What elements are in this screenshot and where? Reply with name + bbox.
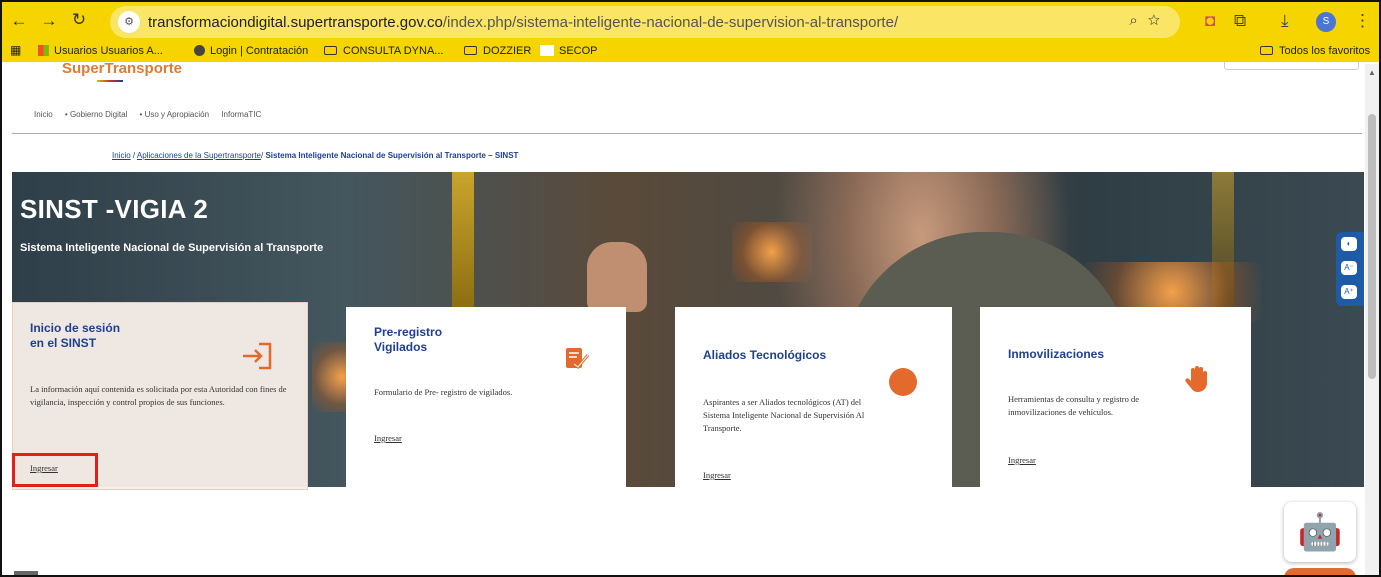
profile-avatar[interactable]: S [1316, 12, 1336, 32]
logo-stripe [97, 80, 123, 82]
site-nav: Inicio • Gobierno Digital • Uso y Apropi… [34, 110, 271, 119]
bookmark-label: SECOP [559, 45, 598, 57]
bookmark-label: CONSULTA DYNA... [343, 45, 444, 57]
card-title-line2: en el SINST [30, 336, 97, 350]
windows-logo-icon [38, 45, 49, 56]
globe-icon [194, 45, 205, 56]
address-bar[interactable]: ⚙ transformaciondigital.supertransporte.… [110, 6, 1180, 38]
bookmark-dozzier[interactable]: DOZZIER [464, 45, 531, 57]
pocket-icon[interactable]: ◘ [1205, 11, 1215, 31]
card-title: Aliados Tecnológicos [703, 348, 827, 362]
card-text: La información aquí contenida es solicit… [30, 384, 287, 407]
nav-informatic[interactable]: InformaTIC [221, 110, 261, 119]
bookmark-all-favorites[interactable]: Todos los favoritos [1260, 45, 1370, 57]
page-icon [540, 45, 554, 56]
card-inmovilizaciones-link[interactable]: Ingresar [1008, 455, 1036, 465]
breadcrumb-apps[interactable]: Aplicaciones de la Supertransporte [137, 151, 261, 160]
hero-subtitle: Sistema Inteligente Nacional de Supervis… [20, 242, 324, 254]
hand-stop-icon [1185, 365, 1211, 398]
card-title-line1: Inicio de sesión [30, 321, 121, 335]
chatbot-avatar-icon[interactable]: 🤖 [1284, 502, 1356, 562]
hero-thumb [587, 242, 647, 312]
card-title: Pre-registro Vigilados [374, 325, 442, 355]
card-text: Aspirantes a ser Aliados tecnológicos (A… [703, 397, 865, 433]
breadcrumb: Inicio / Aplicaciones de la Supertranspo… [112, 151, 518, 160]
bookmark-consulta[interactable]: CONSULTA DYNA... [324, 45, 443, 57]
card-preregistro: Pre-registro Vigilados Formulario de Pre-… [346, 307, 626, 487]
scroll-thumb[interactable] [1368, 114, 1376, 379]
bookmarks-bar: ▦ Usuarios Usuarios A... Login | Contrat… [2, 42, 1379, 62]
bookmark-secop[interactable]: SECOP [540, 45, 598, 57]
form-edit-icon [564, 345, 590, 376]
hand-stop-icon-svg [1185, 366, 1207, 392]
login-icon-svg [243, 342, 272, 370]
bookmark-label: DOZZIER [483, 45, 532, 57]
scroll-up-icon[interactable]: ▲ [1368, 68, 1376, 77]
bottom-widget[interactable] [14, 571, 38, 575]
accessibility-panel: ◐ A⁻ A⁺ [1336, 232, 1364, 306]
menu-icon[interactable]: ⋮ [1354, 11, 1371, 31]
plus-circle-icon: + [889, 368, 917, 396]
card-title-line1: Pre-registro [374, 325, 443, 339]
font-decrease-icon[interactable]: A⁻ [1341, 261, 1357, 275]
back-icon[interactable]: ← [6, 11, 32, 31]
card-title: Inicio de sesión en el SINST [30, 321, 120, 351]
bookmark-label: Usuarios Usuarios A... [54, 45, 163, 57]
breadcrumb-home[interactable]: Inicio [112, 151, 131, 160]
folder-icon [324, 46, 337, 55]
browser-toolbar: ← → ↻ ⚙ transformaciondigital.supertrans… [2, 2, 1379, 42]
card-title: Inmovilizaciones [1008, 347, 1105, 361]
download-icon[interactable]: ⤓ [1281, 11, 1289, 31]
url-path: /index.php/sistema-inteligente-nacional-… [442, 13, 899, 31]
card-aliados: Aliados Tecnológicos + Aspirantes a ser … [675, 307, 952, 487]
nav-uso-apropiacion[interactable]: • Uso y Apropiación [140, 110, 210, 119]
forward-icon[interactable]: → [36, 11, 62, 31]
card-inmovilizaciones: Inmovilizaciones Herramientas de consult… [980, 307, 1251, 487]
hero-title: SINST -VIGIA 2 [20, 194, 209, 224]
browser-window: ← → ↻ ⚙ transformaciondigital.supertrans… [0, 0, 1381, 577]
bookmark-star-icon[interactable]: ☆ [1148, 12, 1170, 29]
card-preregistro-link[interactable]: Ingresar [374, 433, 402, 443]
bookmark-usuarios[interactable]: Usuarios Usuarios A... [38, 45, 163, 57]
header-divider [12, 133, 1362, 134]
card-aliados-link[interactable]: Ingresar [703, 470, 731, 480]
nav-inicio[interactable]: Inicio [34, 110, 53, 119]
folder-icon [464, 46, 477, 55]
apps-grid-icon[interactable]: ▦ [10, 43, 21, 57]
nav-gobierno-digital[interactable]: • Gobierno Digital [65, 110, 127, 119]
card-text: Herramientas de consulta y registro de i… [1008, 394, 1139, 417]
bookmark-login[interactable]: Login | Contratación [194, 45, 308, 57]
form-edit-icon-svg [566, 348, 590, 370]
highlight-box [12, 453, 98, 487]
bookmark-label: Todos los favoritos [1279, 45, 1371, 57]
breadcrumb-current: Sistema Inteligente Nacional de Supervis… [265, 151, 519, 160]
chatbot-button[interactable] [1284, 568, 1356, 575]
contrast-icon[interactable]: ◐ [1341, 237, 1357, 251]
extensions-icon[interactable]: ⧉ [1234, 11, 1246, 31]
login-icon [241, 341, 273, 376]
hero-pole [452, 172, 474, 312]
card-title-line2: Vigilados [374, 340, 428, 354]
site-search-input[interactable] [1224, 62, 1359, 70]
card-text: Formulario de Pre- registro de vigilados… [374, 387, 513, 397]
page-scrollbar[interactable]: ▲ [1365, 64, 1379, 575]
bookmark-label: Login | Contratación [210, 45, 309, 57]
url-host: transformaciondigital.supertransporte.go… [148, 13, 443, 31]
site-settings-icon[interactable]: ⚙ [118, 11, 140, 33]
font-increase-icon[interactable]: A⁺ [1341, 285, 1357, 299]
reload-icon[interactable]: ↻ [66, 10, 92, 30]
site-logo[interactable]: SuperTransporte [62, 60, 182, 77]
address-actions: ⌕☆ [1129, 12, 1170, 29]
zoom-icon[interactable]: ⌕ [1129, 12, 1147, 29]
folder-icon [1260, 46, 1273, 55]
url-text: transformaciondigital.supertransporte.go… [148, 14, 898, 31]
